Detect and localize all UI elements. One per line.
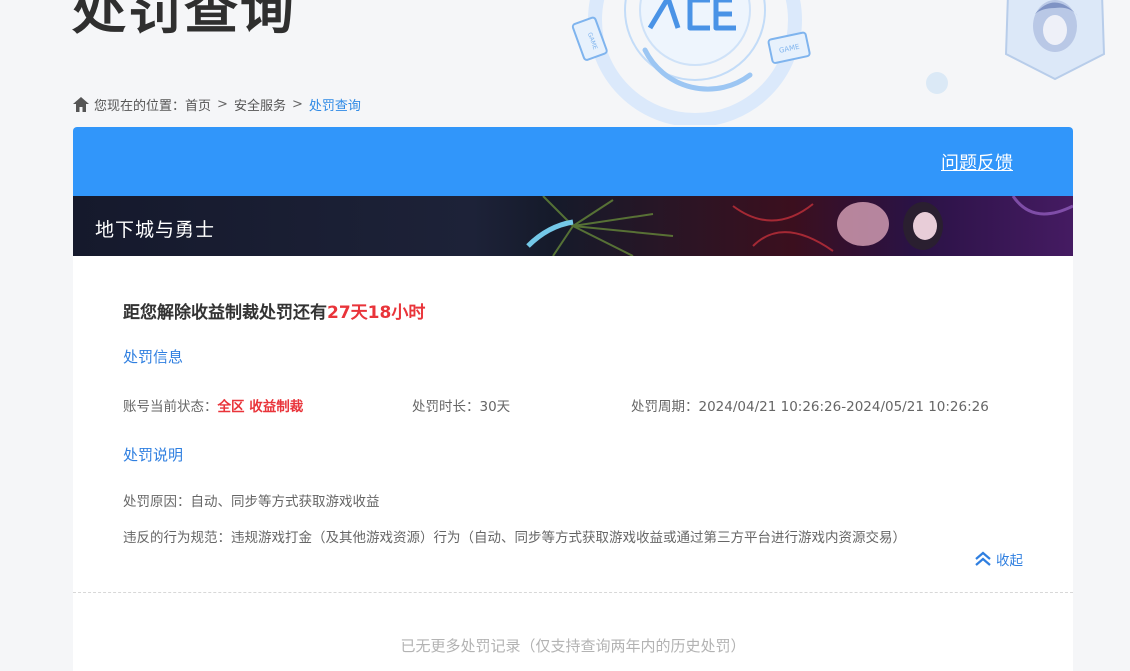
penalty-period: 处罚周期：2024/04/21 10:26:26-2024/05/21 10:2… [631,395,989,415]
reason-label: 处罚原因： [123,494,191,510]
game-banner: 地下城与勇士 [73,196,1073,256]
countdown-remaining: 27天18小时 [327,303,426,323]
penalty-reason: 处罚原因：自动、同步等方式获取游戏收益 [123,490,380,510]
ace-logo: GAME GAME [571,0,811,125]
penalty-countdown: 距您解除收益制裁处罚还有27天18小时 [123,298,425,323]
collapse-label: 收起 [996,553,1023,569]
double-chevron-up-icon [975,551,991,566]
penalty-duration: 处罚时长：30天 [412,395,510,415]
rule-label: 违反的行为规范： [123,530,231,546]
penalty-info-title: 处罚信息 [123,348,184,366]
reason-value: 自动、同步等方式获取游戏收益 [190,494,380,510]
rule-value: 违规游戏打金（及其他游戏资源）行为（自动、同步等方式获取游戏收益或通过第三方平台… [231,530,906,546]
breadcrumb-prefix: 您现在的位置： [94,98,186,114]
violated-rule: 违反的行为规范：违规游戏打金（及其他游戏资源）行为（自动、同步等方式获取游戏收益… [123,526,906,546]
breadcrumb: 您现在的位置： 首页 > 安全服务 > 处罚查询 [73,94,361,114]
breadcrumb-home[interactable]: 首页 [185,95,211,114]
game-name: 地下城与勇士 [95,219,216,241]
breadcrumb-current-page[interactable]: 处罚查询 [309,95,361,114]
status-label: 账号当前状态： [123,399,218,415]
top-bar: 问题反馈 [73,127,1073,196]
game-banner-art [526,196,1073,256]
duration-value: 30天 [479,399,511,415]
breadcrumb-security-services[interactable]: 安全服务 [234,95,286,114]
character-emblem-icon [1004,0,1106,81]
duration-label: 处罚时长： [412,399,480,415]
penalty-panel: 距您解除收益制裁处罚还有27天18小时 处罚信息 账号当前状态：全区 收益制裁 … [73,256,1073,593]
period-value: 2024/04/21 10:26:26-2024/05/21 10:26:26 [698,399,989,415]
account-status: 账号当前状态：全区 收益制裁 [123,395,303,415]
feedback-link[interactable]: 问题反馈 [941,149,1013,175]
records-footer: 已无更多处罚记录（仅支持查询两年内的历史处罚） [73,593,1073,671]
home-icon [73,96,89,112]
breadcrumb-separator: > [291,96,303,112]
breadcrumb-separator: > [217,96,228,112]
no-more-records-text: 已无更多处罚记录（仅支持查询两年内的历史处罚） [400,637,746,655]
page-title: 处罚查询 [72,0,296,41]
collapse-button[interactable]: 收起 [974,549,1023,569]
status-value: 全区 收益制裁 [217,399,304,415]
period-label: 处罚周期： [631,399,699,415]
penalty-explanation-title: 处罚说明 [123,446,184,464]
countdown-prefix: 距您解除收益制裁处罚还有 [123,303,327,323]
decor-bubble-icon [926,72,948,94]
